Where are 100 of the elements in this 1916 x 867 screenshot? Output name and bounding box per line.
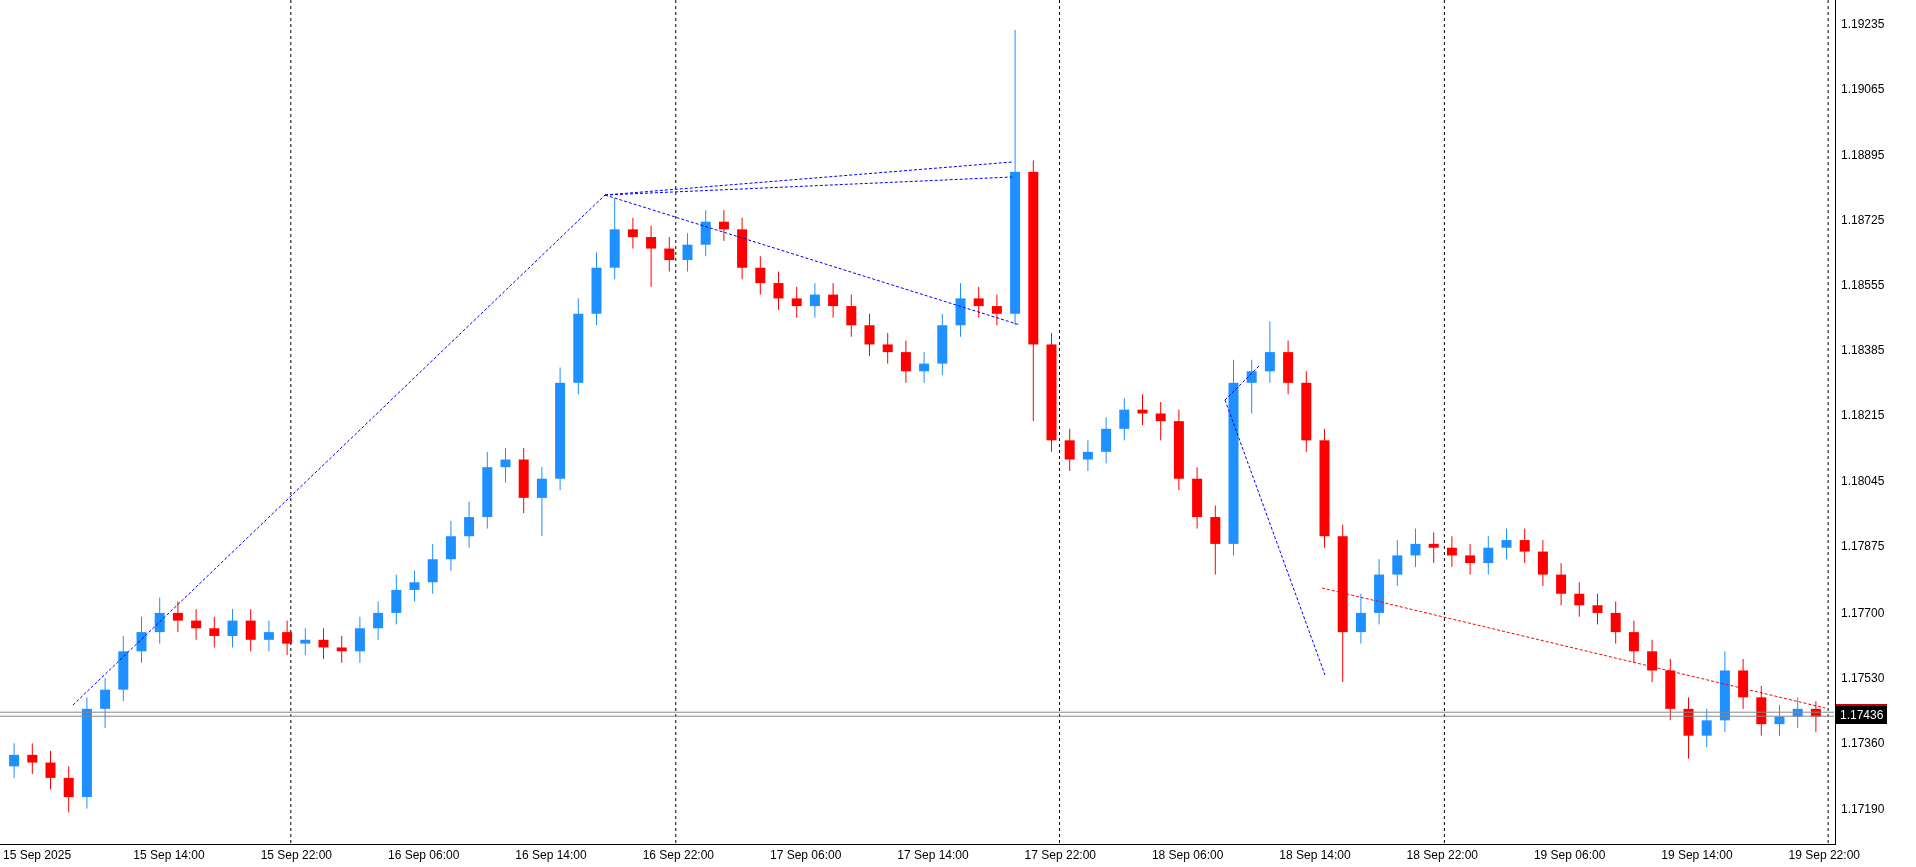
candle xyxy=(209,616,220,648)
candle xyxy=(1446,535,1457,568)
candle xyxy=(846,294,857,338)
candle xyxy=(45,750,56,790)
time-label: 17 Sep 14:00 xyxy=(897,847,970,864)
candle xyxy=(973,286,984,319)
candle xyxy=(445,520,456,572)
candle xyxy=(1756,685,1767,737)
candle xyxy=(1610,600,1621,645)
candle xyxy=(864,313,875,357)
price-label: 1.17700 xyxy=(1841,604,1885,621)
candle xyxy=(354,616,365,664)
time-label: 19 Sep 22:00 xyxy=(1788,847,1861,864)
candle xyxy=(1537,539,1548,587)
candle xyxy=(518,447,529,514)
candle xyxy=(1519,528,1530,564)
candle xyxy=(1246,359,1257,414)
candle xyxy=(391,574,402,625)
candle xyxy=(263,620,274,652)
price-label: 1.17530 xyxy=(1841,670,1885,687)
candle xyxy=(464,501,475,549)
candle xyxy=(136,616,147,664)
price-label: 1.18895 xyxy=(1841,146,1885,163)
candle xyxy=(1264,320,1275,384)
candle xyxy=(882,332,893,365)
price-label: 1.17190 xyxy=(1841,800,1885,817)
candle xyxy=(245,608,256,652)
candle xyxy=(1501,528,1512,560)
candle xyxy=(937,313,948,376)
candle xyxy=(1137,393,1148,426)
time-label: 17 Sep 06:00 xyxy=(769,847,843,864)
candle xyxy=(1355,593,1366,645)
candle xyxy=(646,225,657,288)
candle xyxy=(300,627,311,656)
candle xyxy=(1738,658,1749,710)
candle xyxy=(336,635,347,664)
candle xyxy=(1155,401,1166,441)
candle xyxy=(1082,439,1093,472)
candle xyxy=(154,597,165,645)
candle xyxy=(536,466,547,537)
candle xyxy=(1683,696,1694,760)
candle xyxy=(627,217,638,250)
candle xyxy=(1592,593,1603,625)
time-label: 19 Sep 14:00 xyxy=(1661,847,1734,864)
candle xyxy=(9,742,20,779)
candle xyxy=(1283,340,1294,395)
time-label: 19 Sep 06:00 xyxy=(1533,847,1607,864)
candle xyxy=(1810,700,1821,733)
price-label: 1.18555 xyxy=(1841,277,1885,293)
candle xyxy=(1374,558,1385,625)
price-label: 1.18215 xyxy=(1841,407,1885,424)
candle xyxy=(1064,428,1075,472)
price-label: 1.18045 xyxy=(1841,472,1885,489)
time-label: 17 Sep 22:00 xyxy=(1024,847,1097,864)
candle xyxy=(828,282,839,319)
candle xyxy=(1556,562,1567,606)
candle xyxy=(1792,696,1803,729)
candle xyxy=(682,232,693,273)
candle xyxy=(282,620,293,656)
candle xyxy=(700,209,711,257)
candle xyxy=(118,635,129,702)
candle xyxy=(1665,658,1676,721)
time-label: 18 Sep 06:00 xyxy=(1151,847,1225,864)
time-label: 16 Sep 06:00 xyxy=(387,847,461,864)
time-label: 16 Sep 14:00 xyxy=(515,847,588,864)
price-label: 1.18385 xyxy=(1841,342,1885,359)
candle xyxy=(227,608,238,648)
price-label: 1.17360 xyxy=(1841,735,1885,752)
candle xyxy=(1192,466,1203,530)
candle xyxy=(1428,531,1439,564)
candle xyxy=(991,294,1002,326)
candle xyxy=(737,217,748,280)
time-label: 15 Sep 2025 xyxy=(3,847,73,864)
candle xyxy=(1410,528,1421,568)
candle xyxy=(919,351,930,384)
candle xyxy=(1483,535,1494,576)
candle xyxy=(755,255,766,296)
candle xyxy=(1701,708,1712,748)
candle xyxy=(773,271,784,311)
candle xyxy=(1210,505,1221,576)
candle xyxy=(809,282,820,319)
time-label: 18 Sep 22:00 xyxy=(1406,847,1479,864)
time-label: 15 Sep 22:00 xyxy=(260,847,334,864)
candle xyxy=(172,600,183,633)
price-label: 1.19065 xyxy=(1841,81,1885,98)
candle xyxy=(100,677,111,729)
time-label: 18 Sep 14:00 xyxy=(1279,847,1352,864)
candle xyxy=(1465,543,1476,576)
price-label: 1.18725 xyxy=(1841,211,1885,228)
candle xyxy=(63,765,74,813)
candle xyxy=(1647,639,1658,683)
candle xyxy=(1392,539,1403,587)
candle xyxy=(409,570,420,602)
candle xyxy=(1628,620,1639,664)
current-price-label: 1.17436 xyxy=(1836,704,1888,725)
candle xyxy=(1574,581,1585,618)
candle xyxy=(427,543,438,595)
time-label: 15 Sep 14:00 xyxy=(133,847,206,864)
candle xyxy=(900,340,911,384)
candle xyxy=(955,282,966,338)
